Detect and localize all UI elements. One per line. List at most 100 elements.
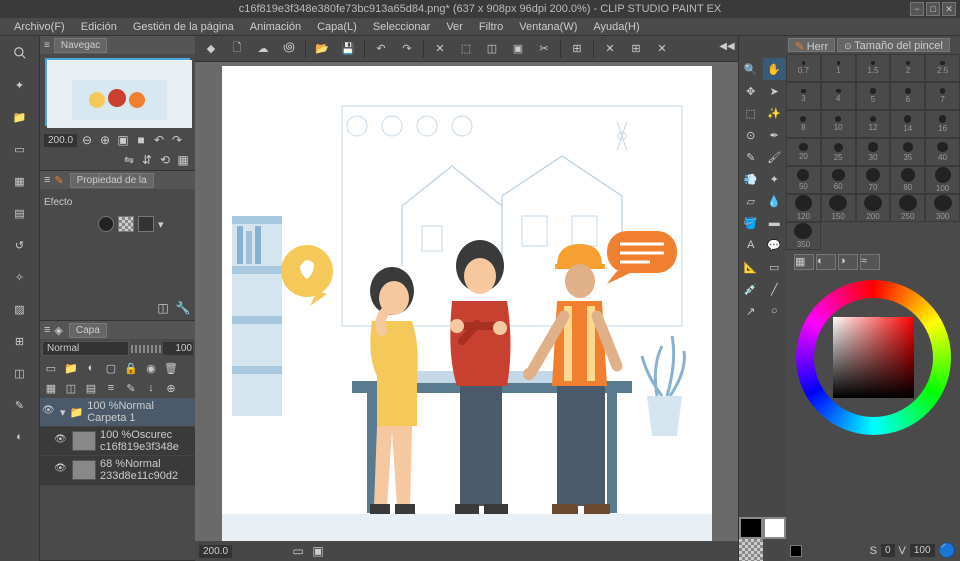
layer-item-folder[interactable]: 👁 ▾ 📁 100 %NormalCarpeta 1 (40, 398, 195, 427)
brush-tool-icon[interactable]: 🖌 (763, 146, 787, 168)
menu-ver[interactable]: Ver (440, 19, 469, 35)
brush-size-cell[interactable]: 6 (890, 82, 925, 110)
opacity-value[interactable]: 100 (163, 342, 193, 355)
color-history-icon[interactable]: ◐ (816, 254, 836, 270)
intermediate-icon[interactable]: ◑ (838, 254, 858, 270)
maximize-button[interactable]: □ (926, 2, 940, 16)
hand-tool-icon[interactable]: ✋ (763, 58, 787, 80)
new-folder-icon[interactable]: 📁 (62, 360, 80, 376)
clip-logo-icon[interactable]: ◆ (199, 38, 223, 60)
deselect-icon[interactable]: ◫ (480, 38, 504, 60)
brush-lib-icon[interactable]: ✎ (5, 392, 35, 418)
save-icon[interactable]: 💾 (336, 38, 360, 60)
prop-icon1[interactable]: ◫ (155, 300, 171, 316)
grid-snap-icon[interactable]: ⊞ (624, 38, 648, 60)
actual-icon[interactable]: ■ (133, 132, 149, 148)
brush-size-cell[interactable]: 35 (890, 138, 925, 166)
color-swatch[interactable] (138, 216, 154, 232)
brush-size-cell[interactable]: 3 (786, 82, 821, 110)
spiral-icon[interactable]: ౷ (277, 38, 301, 60)
layer-item[interactable]: 👁 68 %Normal233d8e11c90d2 (40, 456, 195, 485)
brush-size-cell[interactable]: 2 (890, 54, 925, 82)
menu-animacion[interactable]: Animación (244, 19, 307, 35)
eraser-tool-icon[interactable]: ▱ (739, 190, 763, 212)
navigator-thumbnail[interactable] (45, 58, 190, 126)
folder-icon[interactable]: 📁 (5, 104, 35, 130)
brush-size-cell[interactable]: 300 (925, 194, 960, 222)
fill-tool-icon[interactable]: 🪣 (739, 212, 763, 234)
layer-item[interactable]: 👁 100 %Oscurecc16f819e3f348e (40, 427, 195, 456)
brush-size-cell[interactable]: 16 (925, 110, 960, 138)
ref-icon[interactable]: ◉ (142, 360, 160, 376)
text-tool-icon[interactable]: A (739, 234, 763, 256)
invert-icon[interactable]: ▣ (506, 38, 530, 60)
canvas-viewport[interactable] (195, 62, 738, 541)
open-icon[interactable]: 📂 (310, 38, 334, 60)
decoration-tool-icon[interactable]: ✦ (763, 168, 787, 190)
visibility-icon[interactable]: 👁 (54, 434, 68, 448)
footer-zoom[interactable]: 200.0 (199, 545, 232, 558)
tool-property-tab[interactable]: ✎ Herr (788, 38, 835, 52)
layer-icon-a[interactable]: ▦ (42, 380, 60, 396)
layer-icon-e[interactable]: ✎ (122, 380, 140, 396)
brush-size-cell[interactable]: 40 (925, 138, 960, 166)
mask-icon[interactable]: ▢ (102, 360, 120, 376)
new-file-icon[interactable]: 🗋 (225, 38, 249, 60)
flip-h-icon[interactable]: ⇋ (121, 152, 137, 168)
gradient-tool-icon[interactable]: ▬ (763, 212, 787, 234)
checker-icon[interactable]: ▦ (5, 168, 35, 194)
visibility-icon[interactable]: 👁 (42, 405, 56, 419)
approx-icon[interactable]: ≈ (860, 254, 880, 270)
clip-icon[interactable]: ◐ (82, 360, 100, 376)
transparent-swatch[interactable] (739, 539, 763, 561)
folder-toggle-icon[interactable]: ▾ (60, 406, 66, 419)
menu-seleccionar[interactable]: Seleccionar (367, 19, 436, 35)
frame-tool-icon[interactable]: ▭ (763, 256, 787, 278)
opacity-slider[interactable] (131, 345, 161, 353)
brush-size-cell[interactable]: 25 (821, 138, 856, 166)
sparkle2-icon[interactable]: ✧ (5, 264, 35, 290)
close-button[interactable]: ✕ (942, 2, 956, 16)
brush-size-cell[interactable]: 150 (821, 194, 856, 222)
brush-size-cell[interactable]: 350 (786, 222, 821, 250)
menu-filtro[interactable]: Filtro (473, 19, 509, 35)
transform-icon[interactable]: ⊞ (565, 38, 589, 60)
frame-icon[interactable]: ▣ (310, 543, 326, 559)
ruler-snap-icon[interactable]: ✕ (650, 38, 674, 60)
pen-tool-icon[interactable]: ✒ (763, 124, 787, 146)
move-tool-icon[interactable]: ✥ (739, 80, 763, 102)
3d-icon[interactable]: ◫ (5, 360, 35, 386)
quick-search-icon[interactable] (5, 40, 35, 66)
menu-ventana[interactable]: Ventana(W) (513, 19, 583, 35)
correct-tool-icon[interactable]: ↗ (739, 300, 763, 322)
cloud-icon[interactable]: ☁ (251, 38, 275, 60)
layers-icon[interactable]: ▭ (5, 136, 35, 162)
brush-size-cell[interactable]: 200 (856, 194, 891, 222)
fit-icon[interactable]: ▣ (115, 132, 131, 148)
wrench-icon[interactable]: 🔧 (175, 300, 191, 316)
color-wheel[interactable] (796, 280, 951, 435)
border-color-swatch[interactable] (98, 216, 114, 232)
reset-icon[interactable]: ⟲ (157, 152, 173, 168)
brush-size-cell[interactable]: 100 (925, 166, 960, 194)
brush-size-cell[interactable]: 14 (890, 110, 925, 138)
wand-tool-icon[interactable]: ✨ (763, 102, 787, 124)
flip-v-icon[interactable]: ⇵ (139, 152, 155, 168)
delete-icon[interactable]: ✕ (428, 38, 452, 60)
navigator-tab[interactable]: Navegac (54, 38, 107, 53)
dropdown-icon[interactable]: ▾ (158, 218, 164, 231)
brush-size-cell[interactable]: 30 (856, 138, 891, 166)
trash-icon[interactable]: 🗑 (162, 360, 180, 376)
rotate-right-icon[interactable]: ↷ (169, 132, 185, 148)
color-icon[interactable]: ◐ (5, 424, 35, 450)
stack-icon[interactable]: ▤ (5, 200, 35, 226)
zoom-out-icon[interactable]: ⊖ (79, 132, 95, 148)
color-square[interactable] (833, 317, 914, 398)
new-layer-icon[interactable]: ▭ (42, 360, 60, 376)
blend-mode-dropdown[interactable]: Normal (42, 341, 129, 356)
collapse-panels-icon[interactable]: ◀◀ (718, 38, 736, 54)
select-all-icon[interactable]: ⬚ (454, 38, 478, 60)
canvas[interactable] (222, 66, 712, 541)
airbrush-tool-icon[interactable]: 💨 (739, 168, 763, 190)
brush-size-cell[interactable]: 70 (856, 166, 891, 194)
